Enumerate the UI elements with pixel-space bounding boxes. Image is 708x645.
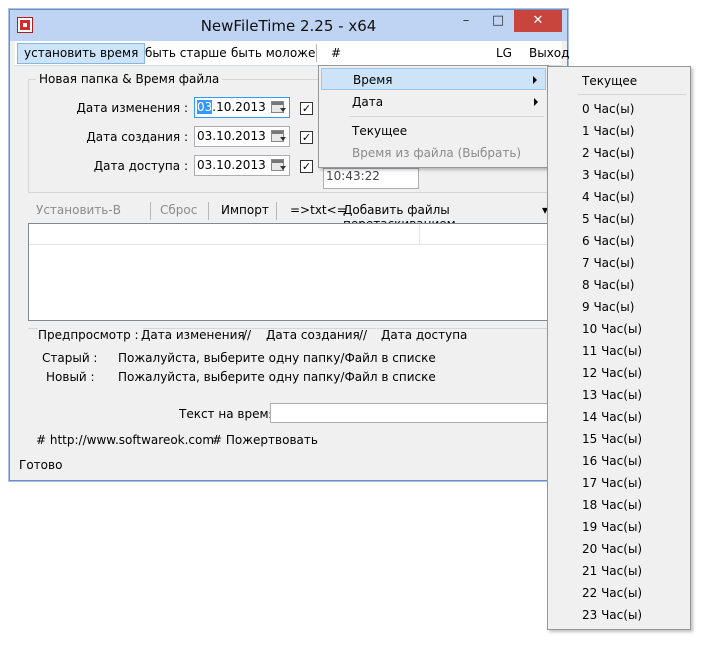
toolbar-divider <box>150 202 151 220</box>
toolbar-divider <box>276 202 277 220</box>
menu-item-time-label: Время <box>353 73 393 87</box>
submenu-item-hour[interactable]: 10 Час(ы) <box>582 322 642 336</box>
modified-date-label: Дата изменения : <box>76 101 188 115</box>
preview-sep: // <box>243 328 252 342</box>
modified-date-field[interactable]: 03.10.2013 <box>194 97 290 118</box>
modified-day-segment: 03 <box>197 100 213 114</box>
submenu-item-hour[interactable]: 21 Час(ы) <box>582 564 642 578</box>
preview-title: Предпросмотр : <box>38 328 143 342</box>
created-date-field[interactable]: 03.10.2013 <box>194 126 290 147</box>
menu-item-date-label: Дата <box>352 95 384 109</box>
submenu-item-hour[interactable]: 0 Час(ы) <box>582 102 634 116</box>
modified-checkbox[interactable]: ✓ <box>300 102 313 115</box>
new-message: Пожалуйста, выберите одну папку/Файл в с… <box>118 370 436 384</box>
text-time-label: Текст на время <box>179 407 276 421</box>
created-date-label: Дата создания : <box>86 130 188 144</box>
submenu-item-hour[interactable]: 12 Час(ы) <box>582 366 642 380</box>
created-date-value: 03.10.2013 <box>197 129 266 143</box>
status-bar: Готово <box>10 454 567 480</box>
submenu-item-hour[interactable]: 1 Час(ы) <box>582 124 634 138</box>
toolbar-divider <box>208 202 209 220</box>
calendar-icon[interactable] <box>271 130 286 142</box>
preview-col-created: Дата создания <box>266 328 360 342</box>
submenu-item-current[interactable]: Текущее <box>582 74 637 88</box>
set-in-button[interactable]: Установить-В <box>36 203 121 217</box>
menu-item-time-from-file[interactable]: Время из файла (Выбрать) <box>321 142 546 164</box>
submenu-item-hour[interactable]: 22 Час(ы) <box>582 586 642 600</box>
calendar-icon[interactable] <box>271 101 286 113</box>
txt-button[interactable]: =>txt<= <box>290 203 347 217</box>
hash-menu[interactable]: # <box>325 44 347 63</box>
submenu-item-hour[interactable]: 19 Час(ы) <box>582 520 642 534</box>
file-list[interactable] <box>28 223 550 321</box>
menu-divider <box>316 44 317 62</box>
menu-bar: установить время быть старше быть моложе… <box>15 41 569 66</box>
submenu-item-hour[interactable]: 8 Час(ы) <box>582 278 634 292</box>
accessed-date-field[interactable]: 03.10.2013 <box>194 155 290 176</box>
submenu-item-hour[interactable]: 3 Час(ы) <box>582 168 634 182</box>
tab-older[interactable]: быть старше <box>139 44 233 63</box>
tab-set-time[interactable]: установить время <box>17 43 146 64</box>
menu-item-time[interactable]: Время <box>321 68 546 90</box>
submenu-item-hour[interactable]: 2 Час(ы) <box>582 146 634 160</box>
status-text: Готово <box>19 458 63 472</box>
minimize-button[interactable]: – <box>450 10 482 32</box>
hash-dropdown-menu: Время Дата Текущее Время из файла (Выбра… <box>318 65 549 168</box>
submenu-arrow-icon <box>533 76 537 84</box>
submenu-item-hour[interactable]: 15 Час(ы) <box>582 432 642 446</box>
accessed-time-field[interactable]: 10:43:22 <box>323 168 419 189</box>
submenu-item-hour[interactable]: 11 Час(ы) <box>582 344 642 358</box>
accessed-date-value: 03.10.2013 <box>197 158 266 172</box>
menu-separator <box>349 116 544 117</box>
calendar-icon[interactable] <box>271 159 286 171</box>
preview-col-accessed: Дата доступа <box>381 328 468 342</box>
modified-date-rest: .10.2013 <box>212 100 266 114</box>
accessed-time-value: 10:43:22 <box>326 169 380 183</box>
submenu-item-hour[interactable]: 20 Час(ы) <box>582 542 642 556</box>
hours-submenu: Текущее 0 Час(ы) 1 Час(ы) 2 Час(ы) 3 Час(ы)… <box>547 66 691 630</box>
website-link[interactable]: # http://www.softwareok.com <box>36 433 214 447</box>
maximize-button[interactable]: □ <box>482 10 514 32</box>
created-checkbox[interactable]: ✓ <box>300 131 313 144</box>
accessed-checkbox[interactable]: ✓ <box>300 160 313 173</box>
date-group-title: Новая папка & Время файла <box>36 72 223 86</box>
menu-item-current[interactable]: Текущее <box>321 120 546 142</box>
file-list-header <box>29 224 549 245</box>
old-message: Пожалуйста, выберите одну папку/Файл в с… <box>118 351 436 365</box>
action-toolbar: Установить-В Сброс Импорт =>txt<= Добави… <box>28 200 558 231</box>
submenu-item-hour[interactable]: 18 Час(ы) <box>582 498 642 512</box>
menu-item-date[interactable]: Дата <box>321 91 546 113</box>
submenu-arrow-icon <box>534 98 538 106</box>
submenu-item-hour[interactable]: 17 Час(ы) <box>582 476 642 490</box>
title-bar[interactable]: NewFileTime 2.25 - x64 – □ ✕ <box>10 10 567 41</box>
preview-col-modified: Дата изменения <box>141 328 245 342</box>
exit-button[interactable]: Выход <box>523 44 575 63</box>
reset-button[interactable]: Сброс <box>160 203 197 217</box>
submenu-item-hour[interactable]: 7 Час(ы) <box>582 256 634 270</box>
preview-sep: // <box>359 328 368 342</box>
submenu-item-hour[interactable]: 6 Час(ы) <box>582 234 634 248</box>
menu-separator <box>578 94 686 95</box>
submenu-item-hour[interactable]: 16 Час(ы) <box>582 454 642 468</box>
old-label: Старый : <box>42 351 98 365</box>
submenu-item-hour[interactable]: 5 Час(ы) <box>582 212 634 226</box>
text-time-input[interactable] <box>270 403 550 423</box>
language-button[interactable]: LG <box>490 44 518 63</box>
submenu-item-hour[interactable]: 9 Час(ы) <box>582 300 634 314</box>
close-button[interactable]: ✕ <box>514 10 562 32</box>
tab-younger[interactable]: быть моложе <box>225 44 321 63</box>
submenu-item-hour[interactable]: 23 Час(ы) <box>582 608 642 622</box>
submenu-item-hour[interactable]: 13 Час(ы) <box>582 388 642 402</box>
import-button[interactable]: Импорт <box>221 203 269 217</box>
submenu-item-hour[interactable]: 4 Час(ы) <box>582 190 634 204</box>
new-label: Новый : <box>46 370 95 384</box>
submenu-item-hour[interactable]: 14 Час(ы) <box>582 410 642 424</box>
donate-link[interactable]: # Пожертвовать <box>212 433 318 447</box>
accessed-date-label: Дата доступа : <box>93 159 188 173</box>
